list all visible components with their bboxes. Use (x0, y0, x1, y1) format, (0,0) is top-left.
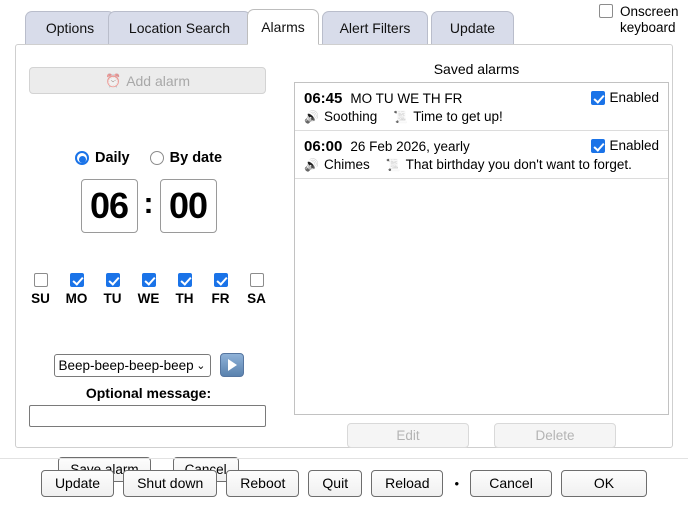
bottom-action-bar: Update Shut down Reboot Quit Reload • Ca… (0, 458, 688, 508)
add-alarm-button[interactable]: ⏰ Add alarm (29, 67, 266, 94)
tab-alert-filters[interactable]: Alert Filters (322, 11, 428, 44)
radio-daily-label: Daily (94, 150, 130, 166)
alarm-message: That birthday you don't want to forget. (405, 157, 632, 172)
weekday-we[interactable]: WE (138, 273, 160, 306)
saved-alarms-title: Saved alarms (433, 61, 520, 77)
hour-field[interactable]: 06 (80, 179, 138, 233)
radio-by-date[interactable]: By date (149, 150, 223, 166)
play-sound-button[interactable] (219, 353, 244, 377)
optional-message-input[interactable] (29, 405, 266, 427)
alarm-editor: ⏰ Add alarm Daily By date 06 : 00 SU MO … (16, 45, 281, 482)
tab-location-search-label: Location Search (128, 20, 231, 36)
quit-button[interactable]: Quit (308, 470, 363, 497)
tab-update[interactable]: Update (431, 11, 514, 44)
onscreen-keyboard-label: Onscreen keyboard (620, 4, 679, 35)
time-separator: : (143, 187, 154, 220)
alarm-enabled-toggle[interactable]: Enabled (591, 90, 659, 105)
alarm-time: 06:00 (304, 138, 343, 155)
sound-select-value: Beep-beep-beep-beep (58, 357, 194, 373)
weekday-fr[interactable]: FR (210, 273, 232, 306)
tab-alert-filters-label: Alert Filters (339, 20, 411, 36)
tab-location-search[interactable]: Location Search (108, 11, 251, 44)
weekday-th[interactable]: TH (174, 273, 196, 306)
weekday-th-label: TH (175, 291, 194, 306)
radio-by-date-label: By date (169, 150, 223, 166)
weekday-tu-label: TU (103, 291, 122, 306)
ok-button[interactable]: OK (561, 470, 648, 497)
alarm-schedule: MO TU WE TH FR (350, 91, 463, 106)
weekday-fr-checkbox[interactable] (213, 273, 228, 287)
alarms-window: Options Location Search Alarms Alert Fil… (0, 0, 688, 508)
play-icon (228, 359, 237, 371)
alarm-schedule: 26 Feb 2026, yearly (350, 139, 470, 154)
alarm-enabled-checkbox[interactable] (591, 138, 606, 153)
alarm-enabled-label: Enabled (609, 90, 659, 105)
saved-alarms-list[interactable]: 06:45 MO TU WE TH FR Enabled 🔊 Soothing … (294, 82, 669, 415)
alarm-enabled-label: Enabled (609, 138, 659, 153)
weekday-mo-checkbox[interactable] (69, 273, 84, 287)
weekday-mo[interactable]: MO (66, 273, 88, 306)
table-row[interactable]: 06:00 26 Feb 2026, yearly Enabled 🔊 Chim… (295, 131, 668, 179)
weekday-tu[interactable]: TU (102, 273, 124, 306)
radio-by-date-indicator[interactable] (149, 151, 164, 165)
sound-row: Beep-beep-beep-beep ⌄ (16, 353, 281, 377)
alarm-clock-icon: ⏰ (105, 72, 122, 88)
alarm-message: Time to get up! (413, 109, 503, 124)
weekday-we-checkbox[interactable] (141, 273, 156, 287)
weekday-we-label: WE (137, 291, 160, 306)
onscreen-keyboard-checkbox[interactable] (599, 4, 613, 18)
alarm-enabled-checkbox[interactable] (591, 90, 606, 105)
radio-daily[interactable]: Daily (74, 150, 130, 166)
update-button[interactable]: Update (40, 470, 115, 497)
saved-alarms-actions: Edit Delete (294, 423, 669, 448)
edit-alarm-button[interactable]: Edit (347, 423, 469, 448)
optional-message-label: Optional message: (85, 385, 212, 401)
alarm-time: 06:45 (304, 90, 343, 107)
separator-dot: • (454, 476, 460, 491)
time-picker: 06 : 00 (16, 179, 281, 233)
scroll-icon: 📜 (393, 109, 409, 124)
weekday-su-label: SU (31, 291, 50, 306)
shut-down-button[interactable]: Shut down (123, 470, 218, 497)
alarms-panel: ⏰ Add alarm Daily By date 06 : 00 SU MO … (15, 44, 673, 482)
table-row[interactable]: 06:45 MO TU WE TH FR Enabled 🔊 Soothing … (295, 83, 668, 131)
reboot-button[interactable]: Reboot (226, 470, 300, 497)
weekday-su-checkbox[interactable] (33, 273, 48, 287)
weekday-selector: SU MO TU WE TH FR SA (16, 273, 281, 306)
weekday-th-checkbox[interactable] (177, 273, 192, 287)
scroll-icon: 📜 (385, 157, 401, 172)
tab-options-label: Options (45, 20, 95, 36)
tab-alarms-label: Alarms (261, 19, 305, 35)
delete-alarm-button[interactable]: Delete (494, 423, 616, 448)
weekday-sa[interactable]: SA (246, 273, 268, 306)
tab-options[interactable]: Options (25, 11, 115, 44)
tab-update-label: Update (449, 20, 496, 36)
speaker-icon: 🔊 (304, 109, 319, 124)
onscreen-keyboard-toggle[interactable]: Onscreen keyboard (599, 4, 682, 36)
minute-field[interactable]: 00 (159, 179, 217, 233)
speaker-icon: 🔊 (304, 157, 319, 172)
saved-alarms-section: Saved alarms 06:45 MO TU WE TH FR Enable… (281, 45, 672, 448)
add-alarm-label: Add alarm (126, 72, 190, 89)
weekday-sa-checkbox[interactable] (249, 273, 264, 287)
tab-bar: Options Location Search Alarms Alert Fil… (0, 0, 688, 46)
radio-daily-indicator[interactable] (74, 151, 89, 165)
alarm-mode-group: Daily By date (16, 150, 281, 166)
weekday-sa-label: SA (247, 291, 266, 306)
alarm-enabled-toggle[interactable]: Enabled (591, 138, 659, 153)
weekday-fr-label: FR (211, 291, 230, 306)
weekday-tu-checkbox[interactable] (105, 273, 120, 287)
alarm-sound: Soothing (323, 109, 378, 124)
weekday-mo-label: MO (65, 291, 88, 306)
tab-alarms[interactable]: Alarms (247, 9, 319, 45)
cancel-button[interactable]: Cancel (470, 470, 553, 497)
weekday-su[interactable]: SU (30, 273, 52, 306)
reload-button[interactable]: Reload (371, 470, 444, 497)
alarm-sound: Chimes (323, 157, 370, 172)
sound-select[interactable]: Beep-beep-beep-beep ⌄ (53, 353, 211, 377)
chevron-down-icon: ⌄ (196, 359, 206, 372)
